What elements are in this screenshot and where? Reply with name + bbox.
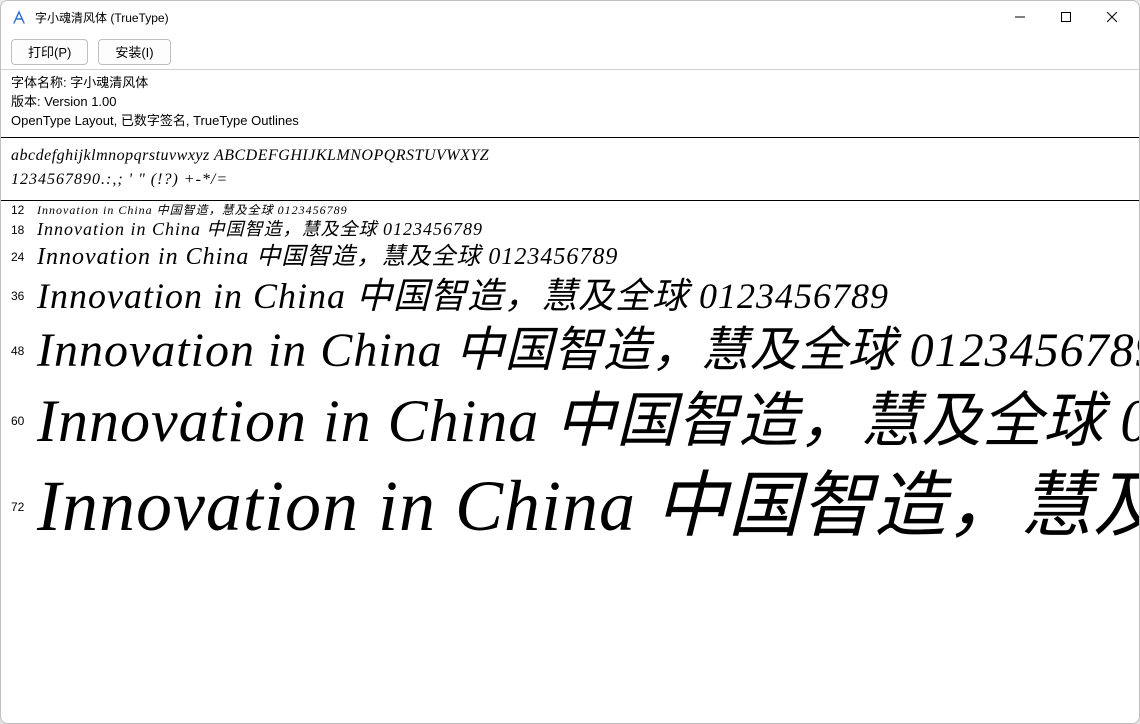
- sample-row: 36Innovation in China 中国智造，慧及全球 01234567…: [1, 273, 1139, 320]
- sample-size-label: 36: [11, 289, 37, 303]
- sample-text: Innovation in China 中国智造，慧及全球 0123456789: [37, 320, 1139, 382]
- sample-size-label: 48: [11, 344, 37, 358]
- font-version-label: 版本:: [11, 94, 44, 109]
- font-name-label: 字体名称:: [11, 75, 70, 90]
- print-button[interactable]: 打印(P): [11, 39, 88, 65]
- charset-digits: 1234567890.:,; ' " (!?) +-*/=: [11, 168, 1129, 192]
- sample-text: Innovation in China 中国智造，慧及全球 0123456789: [37, 218, 483, 241]
- font-name-value: 字小魂清风体: [70, 75, 148, 90]
- font-version-value: Version 1.00: [44, 94, 116, 109]
- sample-size-label: 24: [11, 250, 37, 264]
- font-name-line: 字体名称: 字小魂清风体: [11, 74, 1129, 93]
- minimize-button[interactable]: [997, 1, 1043, 33]
- sample-text: Innovation in China 中国智造，慧及全球 0123456789: [37, 382, 1139, 460]
- sample-row: 18Innovation in China 中国智造，慧及全球 01234567…: [1, 218, 1139, 241]
- sample-text: Innovation in China 中国智造，慧及全球 0123456789: [37, 203, 348, 219]
- sample-text: Innovation in China 中国智造，慧及全球 0123456789: [37, 242, 618, 273]
- sample-text: Innovation in China 中国智造，慧及全球 0123456789: [37, 273, 889, 320]
- sample-size-label: 72: [11, 500, 37, 514]
- toolbar: 打印(P) 安装(I): [1, 34, 1139, 70]
- charset-preview: abcdefghijklmnopqrstuvwxyz ABCDEFGHIJKLM…: [1, 138, 1139, 201]
- font-viewer-window: 字小魂清风体 (TrueType) 打印(P) 安装(I) 字体名称: 字小魂清…: [0, 0, 1140, 724]
- font-metadata: 字体名称: 字小魂清风体 版本: Version 1.00 OpenType L…: [1, 70, 1139, 138]
- charset-alpha: abcdefghijklmnopqrstuvwxyz ABCDEFGHIJKLM…: [11, 144, 1129, 168]
- sample-text: Innovation in China 中国智造，慧及全球 0123456789: [37, 460, 1139, 554]
- sample-row: 60Innovation in China 中国智造，慧及全球 01234567…: [1, 382, 1139, 460]
- sample-size-label: 60: [11, 414, 37, 428]
- font-version-line: 版本: Version 1.00: [11, 93, 1129, 112]
- window-controls: [997, 1, 1135, 34]
- close-button[interactable]: [1089, 1, 1135, 33]
- titlebar: 字小魂清风体 (TrueType): [1, 1, 1139, 34]
- sample-row: 24Innovation in China 中国智造，慧及全球 01234567…: [1, 242, 1139, 273]
- content-area: 字体名称: 字小魂清风体 版本: Version 1.00 OpenType L…: [1, 70, 1139, 723]
- window-title: 字小魂清风体 (TrueType): [35, 9, 169, 26]
- sample-row: 12Innovation in China 中国智造，慧及全球 01234567…: [1, 203, 1139, 219]
- sample-size-label: 18: [11, 223, 37, 237]
- sample-size-label: 12: [11, 203, 37, 217]
- maximize-button[interactable]: [1043, 1, 1089, 33]
- sample-list: 12Innovation in China 中国智造，慧及全球 01234567…: [1, 201, 1139, 554]
- install-button[interactable]: 安装(I): [98, 39, 170, 65]
- app-icon: [11, 10, 27, 26]
- sample-row: 72Innovation in China 中国智造，慧及全球 01234567…: [1, 460, 1139, 554]
- font-features-line: OpenType Layout, 已数字签名, TrueType Outline…: [11, 112, 1129, 131]
- sample-row: 48Innovation in China 中国智造，慧及全球 01234567…: [1, 320, 1139, 382]
